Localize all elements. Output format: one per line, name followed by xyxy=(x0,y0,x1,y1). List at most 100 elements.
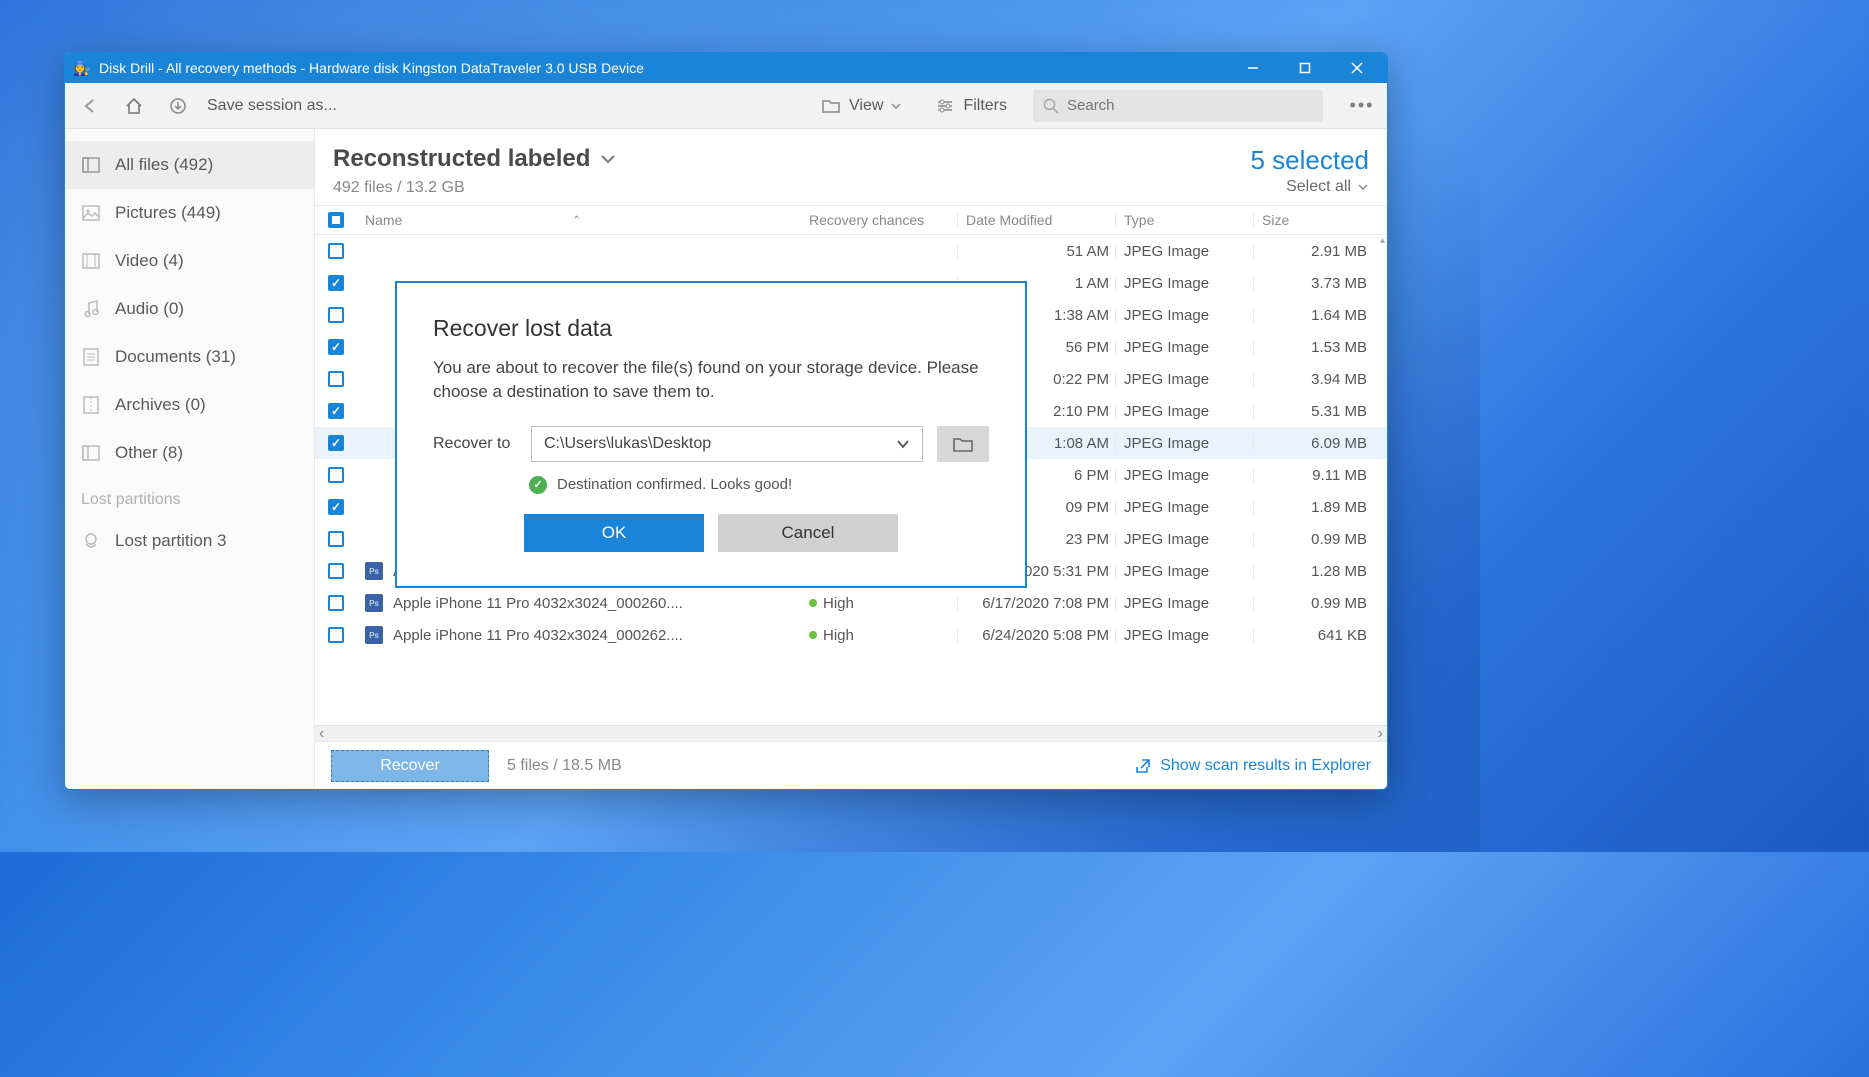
column-date[interactable]: Date Modified xyxy=(957,212,1115,228)
file-type-icon: Ps xyxy=(365,594,383,612)
file-type-icon: Ps xyxy=(365,626,383,644)
filters-button[interactable]: Filters xyxy=(935,97,1007,115)
scroll-up-icon[interactable]: ▴ xyxy=(1380,235,1385,246)
row-checkbox[interactable] xyxy=(328,403,344,419)
row-checkbox[interactable] xyxy=(328,563,344,579)
search-box[interactable] xyxy=(1033,90,1323,122)
all-files-icon xyxy=(81,155,101,175)
column-name[interactable]: Name⌃ xyxy=(357,212,809,228)
recovery-dot-icon xyxy=(809,631,817,639)
table-row[interactable]: PsApple iPhone 11 Pro 4032x3024_000262..… xyxy=(315,619,1387,651)
row-checkbox[interactable] xyxy=(328,435,344,451)
file-size: 641 KB xyxy=(1253,627,1373,644)
file-type: JPEG Image xyxy=(1115,339,1253,356)
sidebar-item-lost-partition[interactable]: Lost partition 3 xyxy=(65,517,314,565)
maximize-button[interactable] xyxy=(1291,54,1319,82)
table-row[interactable]: 51 AMJPEG Image2.91 MB xyxy=(315,235,1387,267)
view-dropdown[interactable]: View xyxy=(821,97,901,115)
chevron-down-icon xyxy=(1357,181,1369,193)
file-size: 9.11 MB xyxy=(1253,467,1373,484)
ok-button[interactable]: OK xyxy=(524,514,704,552)
sidebar-item-documents[interactable]: Documents (31) xyxy=(65,333,314,381)
dialog-message: You are about to recover the file(s) fou… xyxy=(433,356,989,404)
recover-to-label: Recover to xyxy=(433,435,517,453)
table-header: Name⌃ Recovery chances Date Modified Typ… xyxy=(315,205,1387,235)
recovery-chance: High xyxy=(823,627,854,644)
dialog-title: Recover lost data xyxy=(433,315,989,342)
file-date: 51 AM xyxy=(957,243,1115,260)
show-in-explorer-link[interactable]: Show scan results in Explorer xyxy=(1134,757,1371,775)
video-icon xyxy=(81,251,101,271)
file-size: 3.73 MB xyxy=(1253,275,1373,292)
sidebar-item-video[interactable]: Video (4) xyxy=(65,237,314,285)
file-size: 3.94 MB xyxy=(1253,371,1373,388)
browse-button[interactable] xyxy=(937,426,989,462)
row-checkbox[interactable] xyxy=(328,467,344,483)
file-size: 1.53 MB xyxy=(1253,339,1373,356)
documents-icon xyxy=(81,347,101,367)
folder-icon xyxy=(821,97,841,115)
table-row[interactable]: PsApple iPhone 11 Pro 4032x3024_000260..… xyxy=(315,587,1387,619)
check-icon: ✓ xyxy=(529,476,547,494)
file-type: JPEG Image xyxy=(1115,563,1253,580)
file-type: JPEG Image xyxy=(1115,531,1253,548)
file-type: JPEG Image xyxy=(1115,371,1253,388)
sidebar-item-other[interactable]: Other (8) xyxy=(65,429,314,477)
row-checkbox[interactable] xyxy=(328,243,344,259)
sidebar-item-all-files[interactable]: All files (492) xyxy=(65,141,314,189)
file-type-icon: Ps xyxy=(365,562,383,580)
column-recovery[interactable]: Recovery chances xyxy=(809,212,957,228)
file-type: JPEG Image xyxy=(1115,467,1253,484)
sidebar-item-archives[interactable]: Archives (0) xyxy=(65,381,314,429)
folder-icon xyxy=(952,435,974,453)
column-type[interactable]: Type xyxy=(1115,212,1253,228)
window-controls xyxy=(1239,54,1379,82)
sidebar: All files (492) Pictures (449) Video (4)… xyxy=(65,129,315,789)
destination-dropdown[interactable]: C:\Users\lukas\Desktop xyxy=(531,426,923,462)
category-dropdown[interactable]: Reconstructed labeled xyxy=(333,145,616,173)
file-type: JPEG Image xyxy=(1115,275,1253,292)
row-checkbox[interactable] xyxy=(328,499,344,515)
back-button[interactable] xyxy=(75,91,105,121)
select-all-checkbox[interactable] xyxy=(328,212,344,228)
row-checkbox[interactable] xyxy=(328,595,344,611)
file-size: 1.89 MB xyxy=(1253,499,1373,516)
home-button[interactable] xyxy=(119,91,149,121)
app-icon: 🧑‍🔧 xyxy=(73,59,91,77)
other-icon xyxy=(81,443,101,463)
file-type: JPEG Image xyxy=(1115,435,1253,452)
filters-icon xyxy=(935,97,955,115)
chevron-down-icon xyxy=(891,101,901,111)
row-checkbox[interactable] xyxy=(328,307,344,323)
file-size: 0.99 MB xyxy=(1253,595,1373,612)
file-type: JPEG Image xyxy=(1115,499,1253,516)
file-date: 6/17/2020 7:08 PM xyxy=(957,595,1115,612)
horizontal-scrollbar[interactable] xyxy=(315,725,1387,741)
save-session-icon[interactable] xyxy=(163,91,193,121)
recover-button[interactable]: Recover xyxy=(331,750,489,782)
row-checkbox[interactable] xyxy=(328,339,344,355)
row-checkbox[interactable] xyxy=(328,371,344,387)
file-type: JPEG Image xyxy=(1115,627,1253,644)
save-session-button[interactable]: Save session as... xyxy=(207,97,337,115)
selection-summary: 5 files / 18.5 MB xyxy=(507,757,622,775)
partition-icon xyxy=(81,531,101,551)
row-checkbox[interactable] xyxy=(328,531,344,547)
minimize-button[interactable] xyxy=(1239,54,1267,82)
file-type: JPEG Image xyxy=(1115,595,1253,612)
recovery-chance: High xyxy=(823,595,854,612)
search-input[interactable] xyxy=(1067,97,1313,114)
destination-status: ✓ Destination confirmed. Looks good! xyxy=(433,476,989,494)
close-button[interactable] xyxy=(1343,54,1371,82)
sidebar-item-pictures[interactable]: Pictures (449) xyxy=(65,189,314,237)
column-size[interactable]: Size xyxy=(1253,212,1373,228)
sidebar-item-audio[interactable]: Audio (0) xyxy=(65,285,314,333)
row-checkbox[interactable] xyxy=(328,275,344,291)
more-button[interactable]: ••• xyxy=(1347,95,1377,116)
row-checkbox[interactable] xyxy=(328,627,344,643)
archives-icon xyxy=(81,395,101,415)
file-type: JPEG Image xyxy=(1115,307,1253,324)
select-all-button[interactable]: Select all xyxy=(1250,178,1369,196)
cancel-button[interactable]: Cancel xyxy=(718,514,898,552)
search-icon xyxy=(1043,98,1059,114)
